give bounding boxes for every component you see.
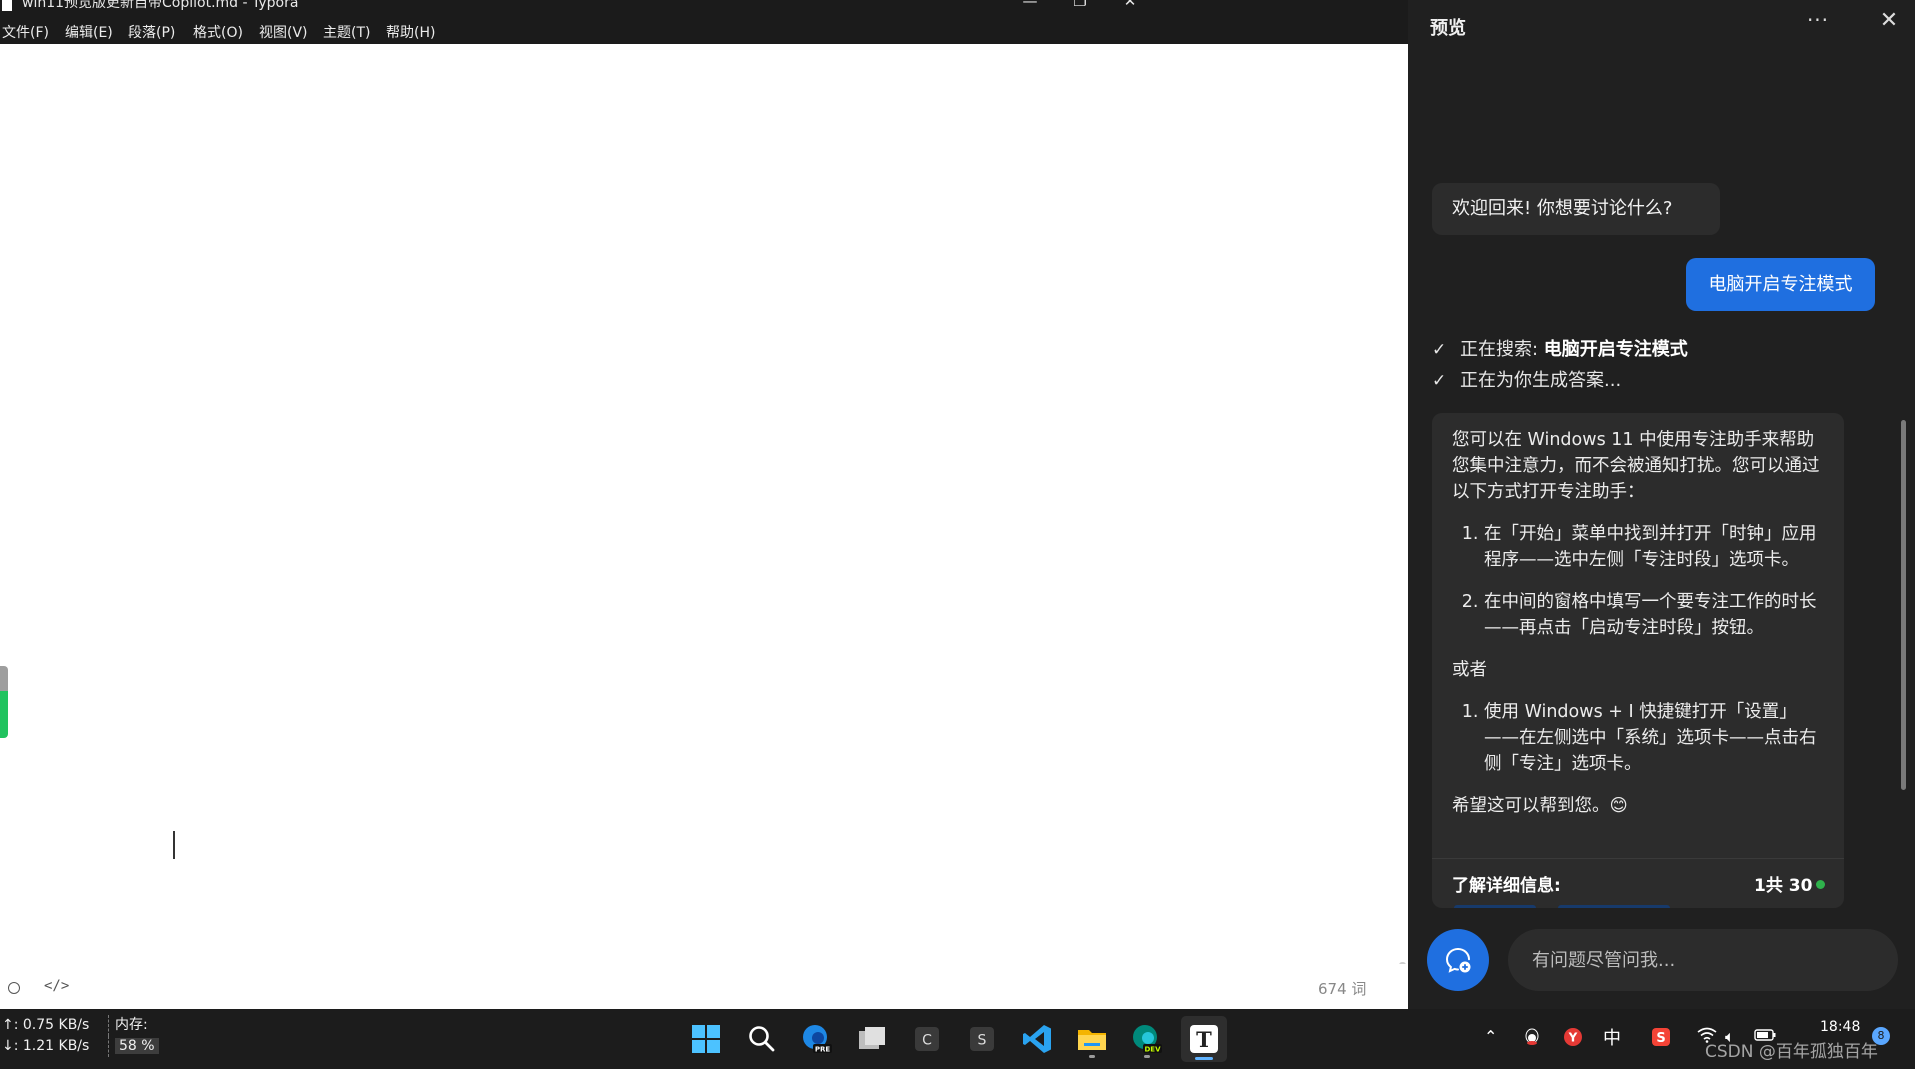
close-pane-button[interactable]: ✕ [1874, 8, 1904, 38]
copilot-pane: 预览 ··· ✕ 欢迎回来! 你想要讨论什么? 电脑开启专注模式 ✓ 正在搜索: … [1408, 0, 1915, 1009]
cropped-heading-text [170, 38, 270, 46]
svg-text:DEV: DEV [1144, 1045, 1161, 1053]
c-app-icon[interactable]: C [906, 1018, 948, 1060]
editor-area[interactable] [0, 44, 1408, 1052]
clock[interactable]: 18:48 [1820, 1019, 1860, 1035]
chevron-up-icon[interactable]: ⌃ [1484, 1027, 1497, 1046]
memory-label: 内存: [115, 1017, 148, 1033]
file-explorer-icon[interactable] [1071, 1018, 1113, 1060]
minimize-button[interactable]: — [1010, 0, 1050, 13]
s-app-icon[interactable]: S [961, 1018, 1003, 1060]
source-link-chip[interactable] [1454, 905, 1536, 908]
restore-button[interactable]: ❐ [1060, 0, 1100, 13]
checkmark-icon: ✓ [1432, 340, 1447, 360]
pane-title: 预览 [1430, 18, 1466, 39]
typora-icon[interactable]: T [1181, 1016, 1227, 1062]
source-link-chip[interactable] [1558, 905, 1670, 908]
running-indicator [1089, 1055, 1095, 1058]
active-indicator [1195, 1057, 1213, 1060]
checkmark-icon: ✓ [1432, 371, 1447, 391]
source-code-toggle-icon[interactable]: </> [44, 978, 69, 994]
typora-app-icon [2, 0, 12, 11]
user-message: 电脑开启专注模式 [1686, 258, 1875, 311]
new-topic-button[interactable] [1427, 929, 1489, 991]
svg-text:PRE: PRE [815, 1045, 831, 1053]
svg-text:T: T [1196, 1027, 1212, 1052]
bot-answer: 您可以在 Windows 11 中使用专注助手来帮助您集中注意力，而不会被通知打… [1432, 413, 1844, 908]
menu-paragraph[interactable]: 段落(P) [128, 22, 175, 42]
more-options-button[interactable]: ··· [1802, 8, 1834, 36]
learn-more-section: 了解详细信息: 1共 30 [1432, 858, 1844, 908]
answer-intro: 您可以在 Windows 11 中使用专注助手来帮助您集中注意力，而不会被通知打… [1452, 430, 1820, 502]
side-indicator [0, 666, 8, 738]
generating-status: ✓ 正在为你生成答案... [1432, 366, 1621, 392]
download-speed: ↓: 1.21 KB/s [0, 1036, 109, 1057]
answer-step: 使用 Windows + I 快捷键打开「设置」——在左侧选中「系统」选项卡——… [1484, 699, 1824, 777]
status-bar: </> 674 词 [0, 964, 1408, 1009]
typora-window: win11预览版更新自带Copilot.md - Typora — ❐ ✕ 文件… [0, 0, 1408, 1052]
menu-help[interactable]: 帮助(H) [386, 22, 435, 42]
answer-alt-steps-list: 使用 Windows + I 快捷键打开「设置」——在左侧选中「系统」选项卡——… [1452, 699, 1824, 777]
sogou-icon[interactable]: S [1651, 1027, 1671, 1052]
learn-more-label: 了解详细信息: [1452, 876, 1561, 896]
menu-edit[interactable]: 编辑(E) [65, 22, 113, 42]
answer-step: 在中间的窗格中填写一个要专注工作的时长——再点击「启动专注时段」按钮。 [1484, 589, 1824, 641]
svg-text:Y: Y [1568, 1031, 1578, 1045]
windows-start-icon[interactable] [685, 1018, 727, 1060]
yandex-icon[interactable]: Y [1563, 1027, 1583, 1052]
upload-speed: ↑: 0.75 KB/s [0, 1015, 109, 1036]
search-status: ✓ 正在搜索: 电脑开启专注模式 [1432, 335, 1688, 361]
running-indicator [1144, 1055, 1150, 1058]
title-bar: win11预览版更新自带Copilot.md - Typora — ❐ ✕ [0, 0, 1408, 17]
chat-input[interactable] [1508, 929, 1898, 991]
new-chat-icon [1445, 948, 1471, 973]
watermark: CSDN @百年孤独百年 [1705, 1042, 1878, 1062]
svg-text:S: S [978, 1033, 987, 1049]
ime-indicator[interactable]: 中 [1603, 1024, 1621, 1050]
network-monitor: ↑: 0.75 KB/s 内存: ↓: 1.21 KB/s 58 % [0, 1015, 159, 1057]
search-status-prefix: 正在搜索: [1460, 339, 1544, 360]
close-button[interactable]: ✕ [1110, 0, 1150, 13]
svg-text:C: C [922, 1033, 932, 1049]
text-caret [173, 831, 175, 859]
svg-text:S: S [1656, 1031, 1665, 1046]
status-dot-icon [1816, 880, 1825, 889]
edge-preview-icon[interactable]: PRE [796, 1018, 838, 1060]
edge-dev-icon[interactable]: DEV [1126, 1018, 1168, 1060]
task-view-icon[interactable] [851, 1018, 893, 1060]
generating-text: 正在为你生成答案... [1460, 370, 1622, 391]
menu-file[interactable]: 文件(F) [2, 22, 49, 42]
word-count[interactable]: 674 词 [1318, 978, 1366, 999]
answer-closing: 希望这可以帮到您。😊 [1452, 796, 1628, 816]
answer-step: 在「开始」菜单中找到并打开「时钟」应用程序——选中左侧「专注时段」选项卡。 [1484, 521, 1824, 573]
window-title: win11预览版更新自带Copilot.md - Typora [22, 0, 299, 11]
memory-value: 58 % [115, 1038, 159, 1054]
vscode-icon[interactable] [1016, 1018, 1058, 1060]
qq-icon[interactable] [1523, 1027, 1541, 1052]
answer-or: 或者 [1452, 660, 1487, 680]
sidebar-toggle-icon[interactable] [8, 982, 20, 994]
search-icon[interactable] [741, 1018, 783, 1060]
search-query: 电脑开启专注模式 [1543, 339, 1688, 360]
copilot-scrollbar[interactable] [1901, 420, 1906, 790]
answer-steps-list: 在「开始」菜单中找到并打开「时钟」应用程序——选中左侧「专注时段」选项卡。 在中… [1452, 521, 1824, 641]
menu-theme[interactable]: 主题(T) [323, 22, 370, 42]
notification-badge[interactable]: 8 [1872, 1027, 1890, 1045]
response-count: 1共 30 [1754, 876, 1813, 896]
taskbar: ↑: 0.75 KB/s 内存: ↓: 1.21 KB/s 58 % PRE C S… [0, 1009, 1915, 1069]
bot-welcome-message: 欢迎回来! 你想要讨论什么? [1432, 183, 1720, 235]
